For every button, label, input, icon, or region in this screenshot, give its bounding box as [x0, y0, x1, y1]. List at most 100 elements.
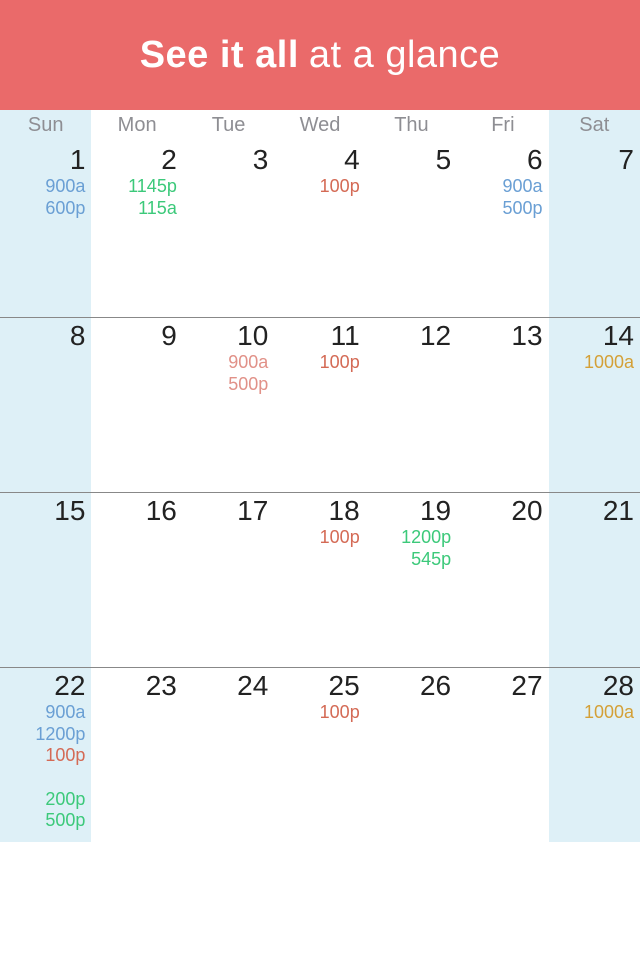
- event-time[interactable]: 1145p: [91, 176, 176, 197]
- day-number: 6: [457, 146, 542, 174]
- calendar-day-cell[interactable]: 9: [91, 317, 182, 492]
- calendar-month-grid: 1900a600p21145p115a34100p56900a500p78910…: [0, 142, 640, 842]
- event-time[interactable]: 500p: [0, 810, 85, 831]
- event-time[interactable]: 1000a: [549, 702, 634, 723]
- day-number: 22: [0, 672, 85, 700]
- calendar-day-cell[interactable]: 3: [183, 142, 274, 317]
- event-time[interactable]: 100p: [274, 352, 359, 373]
- calendar-day-cell[interactable]: 18100p: [274, 492, 365, 667]
- day-number: 14: [549, 322, 634, 350]
- day-number: 23: [91, 672, 176, 700]
- day-number: 25: [274, 672, 359, 700]
- day-number: 3: [183, 146, 268, 174]
- weekday-label-sun: Sun: [0, 110, 91, 142]
- day-events: 1000a: [549, 702, 634, 723]
- event-time[interactable]: 1200p: [0, 724, 85, 745]
- event-time[interactable]: 545p: [366, 549, 451, 570]
- day-events: 900a500p: [457, 176, 542, 218]
- day-events: 1200p545p: [366, 527, 451, 569]
- day-events: 1145p115a: [91, 176, 176, 218]
- calendar-day-cell[interactable]: 191200p545p: [366, 492, 457, 667]
- weekday-label-wed: Wed: [274, 110, 365, 142]
- weekday-header-row: Sun Mon Tue Wed Thu Fri Sat: [0, 110, 640, 142]
- event-time[interactable]: 1200p: [366, 527, 451, 548]
- weekday-label-tue: Tue: [183, 110, 274, 142]
- event-time[interactable]: 600p: [0, 198, 85, 219]
- event-time[interactable]: 900a: [0, 702, 85, 723]
- day-events: 100p: [274, 352, 359, 373]
- calendar-day-cell[interactable]: 7: [549, 142, 640, 317]
- day-number: 27: [457, 672, 542, 700]
- calendar-day-cell[interactable]: 21: [549, 492, 640, 667]
- day-number: 15: [0, 497, 85, 525]
- calendar-day-cell[interactable]: 21145p115a: [91, 142, 182, 317]
- event-time[interactable]: 1000a: [549, 352, 634, 373]
- event-time[interactable]: 200p: [0, 789, 85, 810]
- calendar-day-cell[interactable]: 15: [0, 492, 91, 667]
- weekday-label-fri: Fri: [457, 110, 548, 142]
- day-number: 7: [549, 146, 634, 174]
- day-number: 10: [183, 322, 268, 350]
- event-time[interactable]: 500p: [457, 198, 542, 219]
- day-number: 9: [91, 322, 176, 350]
- event-time[interactable]: 100p: [0, 745, 85, 766]
- day-events: 100p: [274, 702, 359, 723]
- header-title-bold: See it all: [140, 34, 299, 77]
- event-time[interactable]: 100p: [274, 176, 359, 197]
- calendar-day-cell[interactable]: 24: [183, 667, 274, 842]
- calendar-day-cell[interactable]: 12: [366, 317, 457, 492]
- calendar-day-cell[interactable]: 6900a500p: [457, 142, 548, 317]
- calendar-day-cell[interactable]: 20: [457, 492, 548, 667]
- calendar-day-cell[interactable]: 22900a1200p100p 200p500p: [0, 667, 91, 842]
- event-time[interactable]: 900a: [183, 352, 268, 373]
- day-events: 900a1200p100p 200p500p: [0, 702, 85, 831]
- event-time[interactable]: 100p: [274, 702, 359, 723]
- weekday-label-sat: Sat: [549, 110, 640, 142]
- day-number: 1: [0, 146, 85, 174]
- calendar-day-cell[interactable]: 25100p: [274, 667, 365, 842]
- promo-header: See it all at a glance: [0, 0, 640, 110]
- event-time[interactable]: 115a: [91, 198, 176, 219]
- day-number: 4: [274, 146, 359, 174]
- day-number: 21: [549, 497, 634, 525]
- calendar-day-cell[interactable]: 16: [91, 492, 182, 667]
- header-title-light: at a glance: [309, 34, 500, 77]
- day-events: 100p: [274, 527, 359, 548]
- calendar-day-cell[interactable]: 13: [457, 317, 548, 492]
- calendar-day-cell[interactable]: 11100p: [274, 317, 365, 492]
- calendar-day-cell[interactable]: 5: [366, 142, 457, 317]
- day-number: 20: [457, 497, 542, 525]
- day-number: 26: [366, 672, 451, 700]
- day-events: 1000a: [549, 352, 634, 373]
- calendar-day-cell[interactable]: 141000a: [549, 317, 640, 492]
- day-number: 24: [183, 672, 268, 700]
- day-number: 5: [366, 146, 451, 174]
- weekday-label-thu: Thu: [366, 110, 457, 142]
- calendar-day-cell[interactable]: 27: [457, 667, 548, 842]
- calendar-day-cell[interactable]: 8: [0, 317, 91, 492]
- event-time[interactable]: 500p: [183, 374, 268, 395]
- calendar-day-cell[interactable]: 26: [366, 667, 457, 842]
- calendar-day-cell[interactable]: 281000a: [549, 667, 640, 842]
- day-number: 17: [183, 497, 268, 525]
- day-number: 18: [274, 497, 359, 525]
- event-time[interactable]: 900a: [457, 176, 542, 197]
- day-number: 13: [457, 322, 542, 350]
- calendar-day-cell[interactable]: 1900a600p: [0, 142, 91, 317]
- calendar-day-cell[interactable]: 4100p: [274, 142, 365, 317]
- day-events: 100p: [274, 176, 359, 197]
- weekday-label-mon: Mon: [91, 110, 182, 142]
- day-events: 900a600p: [0, 176, 85, 218]
- day-number: 16: [91, 497, 176, 525]
- event-time[interactable]: 100p: [274, 527, 359, 548]
- event-time[interactable]: [0, 767, 85, 788]
- calendar-day-cell[interactable]: 17: [183, 492, 274, 667]
- day-events: 900a500p: [183, 352, 268, 394]
- day-number: 8: [0, 322, 85, 350]
- day-number: 19: [366, 497, 451, 525]
- calendar-day-cell[interactable]: 10900a500p: [183, 317, 274, 492]
- day-number: 28: [549, 672, 634, 700]
- event-time[interactable]: 900a: [0, 176, 85, 197]
- day-number: 12: [366, 322, 451, 350]
- calendar-day-cell[interactable]: 23: [91, 667, 182, 842]
